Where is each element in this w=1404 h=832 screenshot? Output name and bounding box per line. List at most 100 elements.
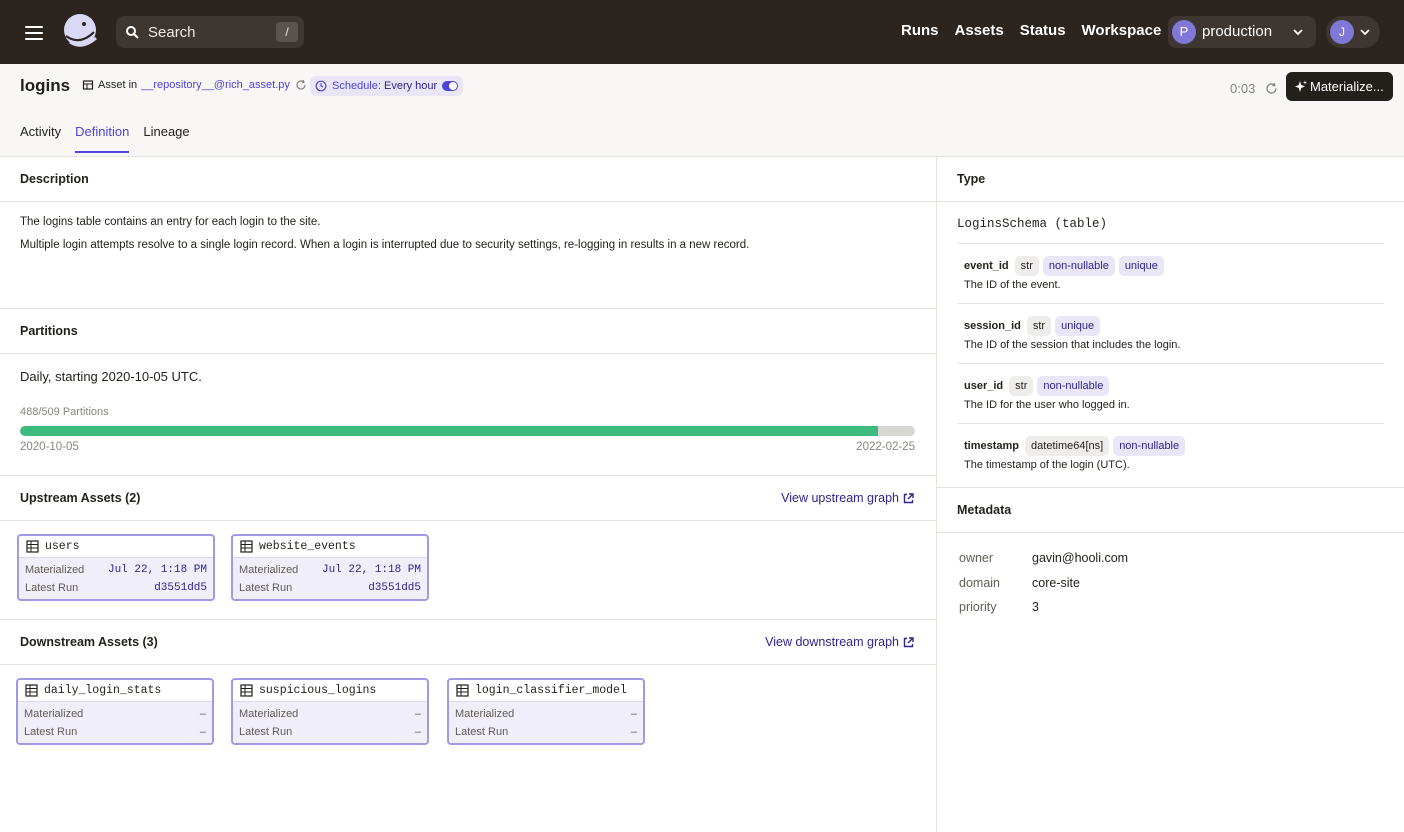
partitions-progress-bar[interactable] [20, 426, 915, 436]
sparkle-icon [1295, 80, 1307, 92]
tab-activity[interactable]: Activity [20, 124, 61, 153]
materialized-value[interactable]: Jul 22, 1:18 PM [322, 561, 421, 579]
materialize-button[interactable]: Materialize... [1286, 72, 1393, 101]
nav-link-status[interactable]: Status [1020, 22, 1066, 39]
schema-column: event_id str non-nullable unique The ID … [957, 244, 1384, 304]
latest-run-value: – [630, 726, 637, 738]
column-name: event_id [964, 260, 1009, 272]
column-description: The ID for the user who logged in. [964, 399, 1130, 411]
deployment-avatar: P [1172, 20, 1196, 44]
materialized-label: Materialized [25, 564, 85, 576]
search-icon [126, 26, 139, 39]
partitions-heading: Partitions [0, 309, 936, 354]
table-icon [26, 540, 39, 553]
table-icon [456, 684, 469, 697]
column-type-tag: str [1014, 256, 1039, 276]
metadata-key: owner [959, 551, 994, 565]
metadata-key: domain [959, 575, 1000, 590]
asset-card-login-classifier-model[interactable]: login_classifier_model Materialized – Lat… [447, 678, 645, 745]
materialized-label: Materialized [239, 708, 299, 720]
metadata-row: domain core-site [959, 576, 1404, 601]
partitions-start-date: 2020-10-05 [20, 441, 79, 453]
latest-run-label: Latest Run [239, 726, 293, 738]
column-name: session_id [964, 320, 1021, 332]
column-description: The ID of the event. [964, 279, 1061, 291]
asset-card-users[interactable]: users Materialized Jul 22, 1:18 PM Latest… [17, 534, 215, 601]
materialized-label: Materialized [455, 708, 515, 720]
metadata-key: priority [959, 600, 997, 614]
user-menu[interactable]: J [1326, 16, 1380, 48]
view-upstream-graph-link[interactable]: View upstream graph [781, 476, 914, 520]
nav-links: Runs Assets Status Workspace [901, 22, 1177, 39]
latest-run-label: Latest Run [455, 726, 509, 738]
refresh-countdown: 0:03 [1230, 81, 1256, 96]
constraint-tag: non-nullable [1042, 256, 1115, 276]
column-name: user_id [964, 380, 1004, 392]
column-type-tag: datetime64[ns] [1025, 436, 1110, 456]
upstream-cards: users Materialized Jul 22, 1:18 PM Latest… [0, 521, 936, 620]
partitions-heading-text: Partitions [20, 324, 78, 338]
downstream-cards: daily_login_stats Materialized – Latest R… [0, 665, 936, 779]
schedule-badge[interactable]: Schedule: Every hour [310, 76, 464, 96]
latest-run-value[interactable]: d3551dd5 [368, 579, 421, 597]
asset-card-website-events[interactable]: website_events Materialized Jul 22, 1:18 … [231, 534, 429, 601]
metadata-value: 3 [1032, 600, 1039, 614]
metadata-value: gavin@hooli.com [1032, 551, 1129, 565]
latest-run-value[interactable]: d3551dd5 [154, 579, 207, 597]
materialized-value: – [414, 708, 421, 720]
nav-link-assets[interactable]: Assets [955, 22, 1004, 39]
deployment-switcher[interactable]: P production [1168, 16, 1316, 48]
type-name: LoginsSchema (table) [957, 202, 1384, 244]
repository-link[interactable]: __repository__@rich_asset.py [141, 79, 290, 91]
materialized-value[interactable]: Jul 22, 1:18 PM [108, 561, 207, 579]
constraint-tag: non-nullable [1037, 376, 1110, 396]
tab-definition[interactable]: Definition [75, 124, 130, 153]
search-shortcut: / [276, 22, 298, 42]
refresh-icon[interactable] [1265, 82, 1278, 95]
chevron-down-icon [1360, 29, 1370, 36]
schedule-toggle[interactable] [442, 81, 459, 91]
metadata-value: core-site [1032, 575, 1080, 590]
menu-icon[interactable] [22, 22, 46, 42]
schema-column: user_id str non-nullable The ID for the … [957, 364, 1384, 424]
description-heading-text: Description [20, 172, 89, 186]
asset-header: logins Asset in __repository__@rich_asse… [0, 64, 1404, 157]
asset-card-suspicious-logins[interactable]: suspicious_logins Materialized – Latest R… [231, 678, 429, 745]
reload-icon[interactable] [295, 79, 307, 91]
latest-run-label: Latest Run [24, 726, 78, 738]
type-heading: Type [937, 157, 1404, 202]
materialized-label: Materialized [24, 708, 84, 720]
view-downstream-graph-link[interactable]: View downstream graph [765, 620, 914, 664]
chevron-down-icon [1293, 29, 1303, 36]
metadata-body: owner gavin@hooli.com domain core-site pri… [937, 533, 1404, 625]
external-link-icon [903, 637, 914, 648]
dagster-logo[interactable] [60, 12, 100, 52]
constraint-tag: non-nullable [1113, 436, 1186, 456]
partitions-end-date: 2022-02-25 [856, 441, 915, 453]
deployment-label: production [1202, 23, 1273, 40]
asset-card-name: website_events [259, 540, 356, 553]
asset-in-label: Asset in [98, 79, 138, 91]
materialized-label: Materialized [239, 564, 299, 576]
search-input[interactable]: Search / [116, 16, 304, 48]
asset-card-name: login_classifier_model [475, 684, 627, 697]
repository-icon [82, 80, 94, 90]
column-description: The timestamp of the login (UTC). [964, 459, 1130, 471]
description-line: The logins table contains an entry for e… [20, 216, 321, 228]
table-icon [240, 684, 253, 697]
asset-card-name: suspicious_logins [259, 684, 377, 697]
partitions-body: Daily, starting 2020-10-05 UTC. 488/509 … [0, 354, 936, 476]
upstream-heading-text: Upstream Assets (2) [20, 491, 141, 505]
nav-link-runs[interactable]: Runs [901, 22, 939, 39]
schema-column: timestamp datetime64[ns] non-nullable Th… [957, 424, 1384, 484]
nav-link-workspace[interactable]: Workspace [1082, 22, 1162, 39]
definition-main: Description The logins table contains an… [0, 157, 936, 778]
tab-bar: Activity Definition Lineage [20, 124, 204, 153]
tab-lineage[interactable]: Lineage [143, 124, 189, 153]
asset-card-name: users [45, 540, 80, 553]
top-nav: Search / Runs Assets Status Workspace P … [0, 0, 1404, 64]
description-heading: Description [0, 157, 936, 202]
asset-card-daily-login-stats[interactable]: daily_login_stats Materialized – Latest R… [16, 678, 214, 745]
view-upstream-graph-label: View upstream graph [781, 491, 899, 505]
asset-card-name: daily_login_stats [44, 684, 162, 697]
